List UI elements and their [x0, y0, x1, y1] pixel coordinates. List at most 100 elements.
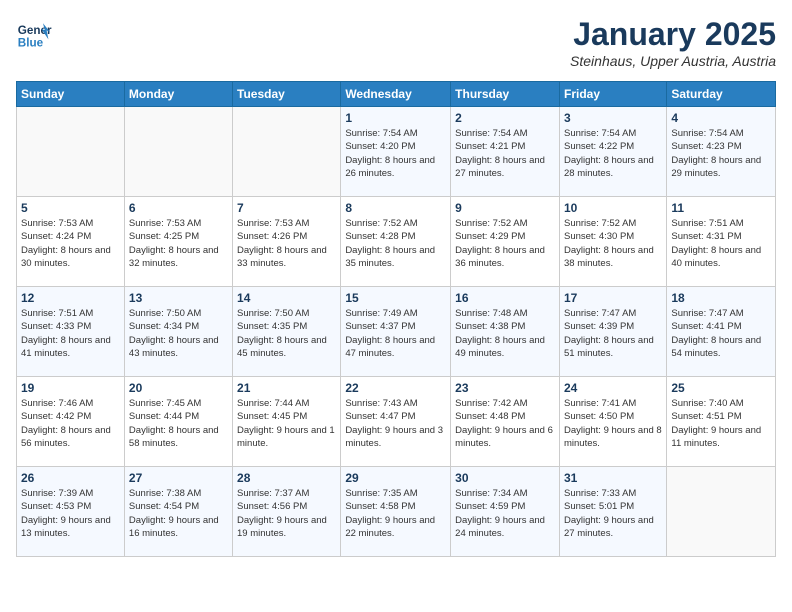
day-info: Sunrise: 7:33 AM Sunset: 5:01 PM Dayligh… — [564, 487, 662, 540]
calendar-cell — [667, 467, 776, 557]
calendar-cell: 18Sunrise: 7:47 AM Sunset: 4:41 PM Dayli… — [667, 287, 776, 377]
calendar-cell: 17 Sunrise: 7:47 AM Sunset: 4:39 PM Dayli… — [559, 287, 666, 377]
calendar-cell: 26 Sunrise: 7:39 AM Sunset: 4:53 PM Dayli… — [17, 467, 125, 557]
day-info: Sunrise: 7:35 AM Sunset: 4:58 PM Dayligh… — [345, 487, 446, 540]
calendar-cell: 5Sunrise: 7:53 AM Sunset: 4:24 PM Daylig… — [17, 197, 125, 287]
day-info: Sunrise: 7:48 AM Sunset: 4:38 PM Dayligh… — [455, 307, 555, 360]
calendar-week-2: 5Sunrise: 7:53 AM Sunset: 4:24 PM Daylig… — [17, 197, 776, 287]
calendar-cell: 24 Sunrise: 7:41 AM Sunset: 4:50 PM Dayli… — [559, 377, 666, 467]
day-info: Sunrise: 7:43 AM Sunset: 4:47 PM Dayligh… — [345, 397, 446, 450]
calendar-cell: 25 Sunrise: 7:40 AM Sunset: 4:51 PM Dayli… — [667, 377, 776, 467]
calendar-cell — [124, 107, 232, 197]
svg-text:Blue: Blue — [18, 37, 44, 50]
calendar-cell: 22 Sunrise: 7:43 AM Sunset: 4:47 PM Dayli… — [341, 377, 451, 467]
calendar-cell: 3Sunrise: 7:54 AM Sunset: 4:22 PM Daylig… — [559, 107, 666, 197]
day-number: 28 — [237, 471, 336, 485]
day-number: 6 — [129, 201, 228, 215]
calendar-cell: 1 Sunrise: 7:54 AM Sunset: 4:20 PM Daylig… — [341, 107, 451, 197]
day-info: Sunrise: 7:47 AM Sunset: 4:39 PM Dayligh… — [564, 307, 662, 360]
calendar-cell: 2Sunrise: 7:54 AM Sunset: 4:21 PM Daylig… — [451, 107, 560, 197]
calendar-table: SundayMondayTuesdayWednesdayThursdayFrid… — [16, 81, 776, 557]
calendar-cell: 27 Sunrise: 7:38 AM Sunset: 4:54 PM Dayli… — [124, 467, 232, 557]
calendar-cell — [17, 107, 125, 197]
calendar-week-4: 19Sunrise: 7:46 AM Sunset: 4:42 PM Dayli… — [17, 377, 776, 467]
day-info: Sunrise: 7:54 AM Sunset: 4:21 PM Dayligh… — [455, 127, 555, 180]
day-info: Sunrise: 7:50 AM Sunset: 4:35 PM Dayligh… — [237, 307, 336, 360]
calendar-cell: 11 Sunrise: 7:51 AM Sunset: 4:31 PM Dayli… — [667, 197, 776, 287]
calendar-cell: 12Sunrise: 7:51 AM Sunset: 4:33 PM Dayli… — [17, 287, 125, 377]
weekday-header-thursday: Thursday — [451, 82, 560, 107]
weekday-header-friday: Friday — [559, 82, 666, 107]
calendar-cell: 28 Sunrise: 7:37 AM Sunset: 4:56 PM Dayli… — [233, 467, 341, 557]
calendar-cell: 31Sunrise: 7:33 AM Sunset: 5:01 PM Dayli… — [559, 467, 666, 557]
calendar-week-3: 12Sunrise: 7:51 AM Sunset: 4:33 PM Dayli… — [17, 287, 776, 377]
logo-icon: General Blue — [16, 16, 52, 52]
day-info: Sunrise: 7:53 AM Sunset: 4:25 PM Dayligh… — [129, 217, 228, 270]
location-subtitle: Steinhaus, Upper Austria, Austria — [570, 53, 776, 69]
day-number: 26 — [21, 471, 120, 485]
day-number: 29 — [345, 471, 446, 485]
day-info: Sunrise: 7:41 AM Sunset: 4:50 PM Dayligh… — [564, 397, 662, 450]
day-number: 25 — [671, 381, 771, 395]
page-header: General Blue January 2025 Steinhaus, Upp… — [16, 16, 776, 69]
day-number: 1 — [345, 111, 446, 125]
weekday-header-tuesday: Tuesday — [233, 82, 341, 107]
day-number: 19 — [21, 381, 120, 395]
calendar-cell: 14Sunrise: 7:50 AM Sunset: 4:35 PM Dayli… — [233, 287, 341, 377]
day-number: 10 — [564, 201, 662, 215]
day-number: 13 — [129, 291, 228, 305]
calendar-cell: 6 Sunrise: 7:53 AM Sunset: 4:25 PM Daylig… — [124, 197, 232, 287]
day-number: 4 — [671, 111, 771, 125]
day-number: 5 — [21, 201, 120, 215]
day-info: Sunrise: 7:54 AM Sunset: 4:23 PM Dayligh… — [671, 127, 771, 180]
day-info: Sunrise: 7:52 AM Sunset: 4:28 PM Dayligh… — [345, 217, 446, 270]
day-info: Sunrise: 7:52 AM Sunset: 4:30 PM Dayligh… — [564, 217, 662, 270]
calendar-cell: 16 Sunrise: 7:48 AM Sunset: 4:38 PM Dayli… — [451, 287, 560, 377]
day-info: Sunrise: 7:54 AM Sunset: 4:20 PM Dayligh… — [345, 127, 446, 180]
weekday-header-wednesday: Wednesday — [341, 82, 451, 107]
day-info: Sunrise: 7:47 AM Sunset: 4:41 PM Dayligh… — [671, 307, 771, 360]
calendar-cell: 29 Sunrise: 7:35 AM Sunset: 4:58 PM Dayli… — [341, 467, 451, 557]
day-number: 21 — [237, 381, 336, 395]
calendar-cell: 19Sunrise: 7:46 AM Sunset: 4:42 PM Dayli… — [17, 377, 125, 467]
day-number: 17 — [564, 291, 662, 305]
calendar-body: 1 Sunrise: 7:54 AM Sunset: 4:20 PM Daylig… — [17, 107, 776, 557]
day-number: 11 — [671, 201, 771, 215]
weekday-header-saturday: Saturday — [667, 82, 776, 107]
day-info: Sunrise: 7:39 AM Sunset: 4:53 PM Dayligh… — [21, 487, 120, 540]
day-info: Sunrise: 7:50 AM Sunset: 4:34 PM Dayligh… — [129, 307, 228, 360]
day-number: 22 — [345, 381, 446, 395]
title-block: January 2025 Steinhaus, Upper Austria, A… — [570, 16, 776, 69]
day-info: Sunrise: 7:40 AM Sunset: 4:51 PM Dayligh… — [671, 397, 771, 450]
day-info: Sunrise: 7:51 AM Sunset: 4:33 PM Dayligh… — [21, 307, 120, 360]
day-number: 20 — [129, 381, 228, 395]
calendar-cell: 8 Sunrise: 7:52 AM Sunset: 4:28 PM Daylig… — [341, 197, 451, 287]
calendar-cell — [233, 107, 341, 197]
calendar-week-1: 1 Sunrise: 7:54 AM Sunset: 4:20 PM Daylig… — [17, 107, 776, 197]
calendar-week-5: 26 Sunrise: 7:39 AM Sunset: 4:53 PM Dayli… — [17, 467, 776, 557]
weekday-header-monday: Monday — [124, 82, 232, 107]
weekday-header-row: SundayMondayTuesdayWednesdayThursdayFrid… — [17, 82, 776, 107]
day-number: 23 — [455, 381, 555, 395]
day-info: Sunrise: 7:42 AM Sunset: 4:48 PM Dayligh… — [455, 397, 555, 450]
calendar-cell: 20 Sunrise: 7:45 AM Sunset: 4:44 PM Dayli… — [124, 377, 232, 467]
day-info: Sunrise: 7:44 AM Sunset: 4:45 PM Dayligh… — [237, 397, 336, 450]
calendar-header: SundayMondayTuesdayWednesdayThursdayFrid… — [17, 82, 776, 107]
day-info: Sunrise: 7:45 AM Sunset: 4:44 PM Dayligh… — [129, 397, 228, 450]
day-number: 9 — [455, 201, 555, 215]
calendar-cell: 21 Sunrise: 7:44 AM Sunset: 4:45 PM Dayli… — [233, 377, 341, 467]
day-info: Sunrise: 7:38 AM Sunset: 4:54 PM Dayligh… — [129, 487, 228, 540]
day-info: Sunrise: 7:51 AM Sunset: 4:31 PM Dayligh… — [671, 217, 771, 270]
calendar-cell: 23 Sunrise: 7:42 AM Sunset: 4:48 PM Dayli… — [451, 377, 560, 467]
day-info: Sunrise: 7:53 AM Sunset: 4:26 PM Dayligh… — [237, 217, 336, 270]
day-number: 27 — [129, 471, 228, 485]
day-info: Sunrise: 7:52 AM Sunset: 4:29 PM Dayligh… — [455, 217, 555, 270]
day-number: 8 — [345, 201, 446, 215]
day-info: Sunrise: 7:49 AM Sunset: 4:37 PM Dayligh… — [345, 307, 446, 360]
day-number: 24 — [564, 381, 662, 395]
day-number: 16 — [455, 291, 555, 305]
calendar-cell: 15Sunrise: 7:49 AM Sunset: 4:37 PM Dayli… — [341, 287, 451, 377]
day-number: 3 — [564, 111, 662, 125]
day-info: Sunrise: 7:37 AM Sunset: 4:56 PM Dayligh… — [237, 487, 336, 540]
calendar-cell: 30Sunrise: 7:34 AM Sunset: 4:59 PM Dayli… — [451, 467, 560, 557]
